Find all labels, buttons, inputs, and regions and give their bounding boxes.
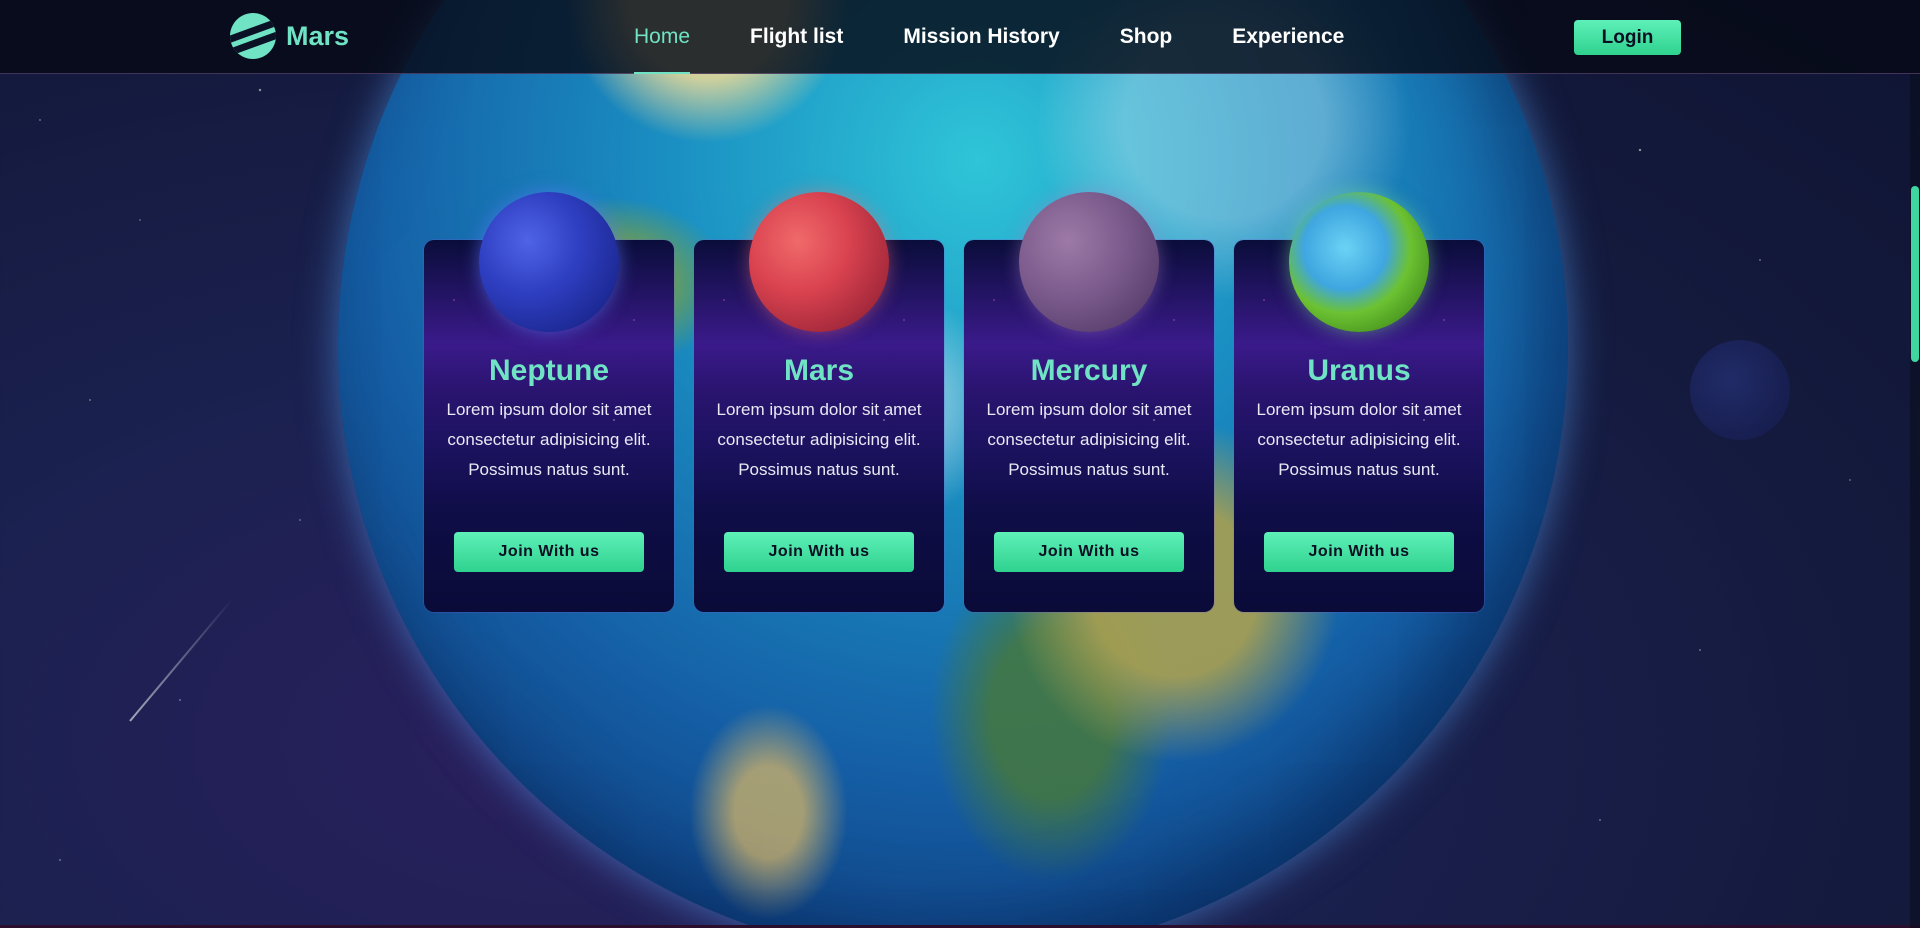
page-scrollbar[interactable] xyxy=(1910,74,1920,928)
join-button[interactable]: Join With us xyxy=(454,532,644,572)
nav-experience[interactable]: Experience xyxy=(1202,0,1374,74)
nav-flight-list[interactable]: Flight list xyxy=(720,0,873,74)
uranus-planet-icon xyxy=(1289,192,1429,332)
nav-home[interactable]: Home xyxy=(604,0,720,74)
card-title: Neptune xyxy=(489,354,609,387)
login-button[interactable]: Login xyxy=(1574,20,1681,55)
mars-planet-icon xyxy=(749,192,889,332)
planet-cards: Neptune Lorem ipsum dolor sit amet conse… xyxy=(424,192,1484,612)
card-title: Uranus xyxy=(1307,354,1411,387)
brand-name: Mars xyxy=(286,20,350,51)
card-description: Lorem ipsum dolor sit amet consectetur a… xyxy=(986,400,1192,479)
distant-planet-decoration xyxy=(1690,340,1790,440)
logo[interactable]: Mars xyxy=(230,13,349,59)
planet-card-mars: Mars Lorem ipsum dolor sit amet consecte… xyxy=(694,192,944,612)
scrollbar-thumb[interactable] xyxy=(1911,186,1919,362)
mercury-planet-icon xyxy=(1019,192,1159,332)
card-description: Lorem ipsum dolor sit amet consectetur a… xyxy=(446,400,652,479)
card-description: Lorem ipsum dolor sit amet consectetur a… xyxy=(716,400,922,479)
planet-logo-icon xyxy=(230,13,276,59)
planet-card-uranus: Uranus Lorem ipsum dolor sit amet consec… xyxy=(1234,192,1484,612)
join-button[interactable]: Join With us xyxy=(994,532,1184,572)
join-button[interactable]: Join With us xyxy=(724,532,914,572)
nav-mission-history[interactable]: Mission History xyxy=(873,0,1089,74)
neptune-planet-icon xyxy=(479,192,619,332)
nav-shop[interactable]: Shop xyxy=(1090,0,1203,74)
planet-card-mercury: Mercury Lorem ipsum dolor sit amet conse… xyxy=(964,192,1214,612)
planet-card-neptune: Neptune Lorem ipsum dolor sit amet conse… xyxy=(424,192,674,612)
site-header: Mars Home Flight list Mission History Sh… xyxy=(0,0,1920,74)
card-title: Mars xyxy=(783,354,855,387)
main-nav: Home Flight list Mission History Shop Ex… xyxy=(604,0,1374,74)
card-description: Lorem ipsum dolor sit amet consectetur a… xyxy=(1256,400,1462,479)
join-button[interactable]: Join With us xyxy=(1264,532,1454,572)
card-title: Mercury xyxy=(1030,354,1148,387)
